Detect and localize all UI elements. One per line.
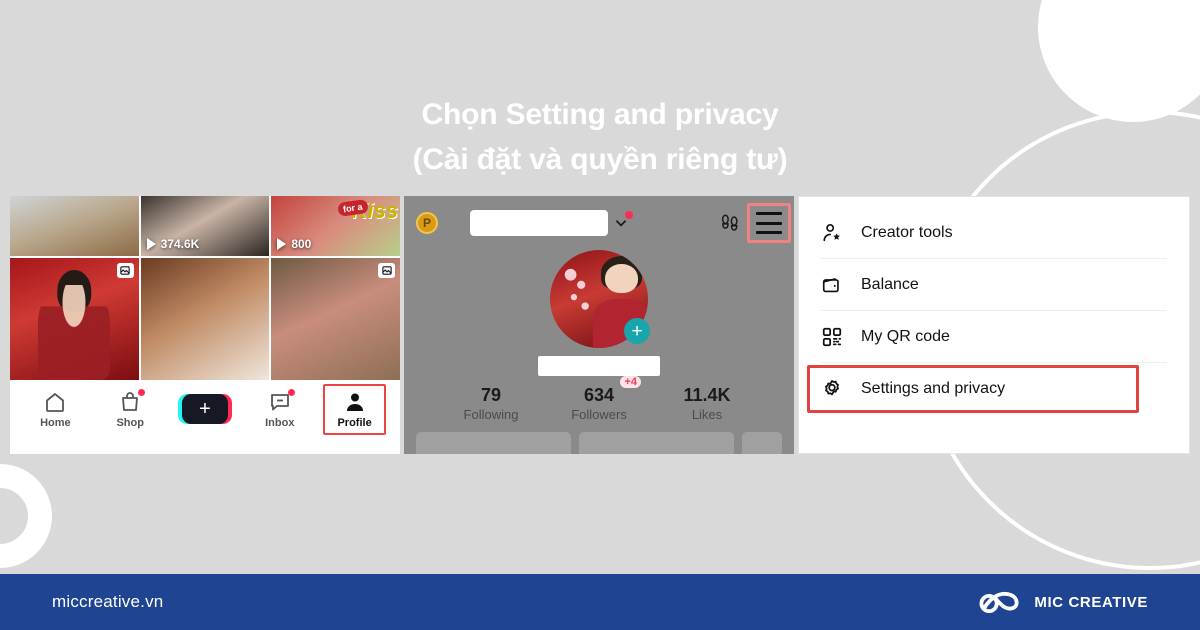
- stat-label: Followers: [571, 407, 627, 422]
- stat-label: Likes: [691, 407, 723, 422]
- nav-item-home[interactable]: Home: [18, 390, 93, 429]
- menu-list: Creator tools Balance My QR code Setting…: [799, 197, 1189, 415]
- mid-phone-screenshot: P + 79 Following 634 Followers +4 11.4K …: [404, 196, 794, 454]
- nav-item-shop[interactable]: Shop: [93, 388, 168, 429]
- screenshot-panels: 374.6K Kiss for a 800 Home Shop + Inbox …: [10, 196, 1190, 454]
- stat-value: 79: [480, 385, 502, 405]
- edit-profile-button[interactable]: [416, 432, 571, 454]
- nav-item-profile[interactable]: Profile: [317, 383, 392, 435]
- menu-item-balance[interactable]: Balance: [821, 259, 1167, 311]
- video-grid: 374.6K Kiss for a 800: [10, 196, 400, 380]
- stat-following[interactable]: 79 Following: [463, 384, 519, 424]
- headline-line-1: Chọn Setting and privacy: [421, 98, 779, 131]
- chevron-down-icon[interactable]: [614, 211, 633, 230]
- nav-label: Shop: [116, 416, 144, 429]
- nav-label: Home: [40, 416, 71, 429]
- handle-redacted: [538, 356, 660, 376]
- inbox-message-icon: [268, 388, 295, 414]
- profile-action-buttons: [416, 432, 782, 454]
- brand-lockup: MIC CREATIVE: [976, 589, 1148, 615]
- person-star-icon: [821, 222, 843, 244]
- menu-item-creator-tools[interactable]: Creator tools: [821, 207, 1167, 259]
- video-thumb[interactable]: [140, 258, 270, 380]
- stat-value: 634: [583, 385, 615, 405]
- play-icon: [146, 238, 156, 250]
- profile-header: P: [404, 203, 794, 243]
- gear-icon: [821, 378, 843, 400]
- footprints-icon[interactable]: [718, 212, 742, 234]
- menu-item-label: My QR code: [861, 327, 950, 345]
- create-plus-icon: +: [177, 394, 232, 424]
- left-phone-screenshot: 374.6K Kiss for a 800 Home Shop + Inbox …: [10, 196, 400, 454]
- notification-dot: [138, 388, 146, 396]
- add-friend-plus-button[interactable]: +: [624, 318, 650, 344]
- stat-label: Following: [463, 407, 519, 422]
- stat-followers[interactable]: 634 Followers +4: [571, 376, 641, 424]
- avatar-wrapper[interactable]: +: [550, 250, 650, 348]
- menu-item-my-qr-code[interactable]: My QR code: [821, 311, 1167, 363]
- page-title: Chọn Setting and privacy (Cài đặt và quy…: [0, 92, 1200, 182]
- shop-bag-icon: [118, 388, 146, 414]
- headline-line-2: (Cài đặt và quyền riêng tư): [412, 143, 788, 176]
- video-thumb[interactable]: [10, 258, 139, 380]
- nav-item-create[interactable]: +: [168, 394, 243, 424]
- followers-delta-badge: +4: [620, 376, 641, 388]
- add-friends-button[interactable]: [742, 432, 782, 454]
- hamburger-menu-icon[interactable]: [747, 203, 791, 243]
- nav-item-inbox[interactable]: Inbox: [242, 388, 317, 429]
- avatar-face: [604, 263, 639, 294]
- wallet-icon: [821, 274, 843, 296]
- brand-name: MIC CREATIVE: [1034, 593, 1148, 611]
- photo-stack-icon: [378, 263, 395, 278]
- profile-stats: 79 Following 634 Followers +4 11.4K Like…: [404, 376, 794, 424]
- profile-person-icon: [343, 390, 367, 414]
- video-thumb[interactable]: [10, 196, 139, 256]
- stat-value: 11.4K: [683, 385, 731, 405]
- menu-item-label: Creator tools: [861, 223, 953, 241]
- settings-menu-panel: Creator tools Balance My QR code Setting…: [798, 196, 1190, 454]
- view-count: 800: [291, 237, 312, 251]
- decor-ring-bottom-left: [0, 464, 52, 568]
- play-icon: [277, 238, 287, 250]
- view-count-badge: 374.6K: [146, 237, 200, 251]
- video-thumb[interactable]: Kiss for a 800: [271, 196, 400, 256]
- bottom-navigation-bar: Home Shop + Inbox Profile: [10, 380, 400, 438]
- share-profile-button[interactable]: [579, 432, 734, 454]
- nav-label: Profile: [337, 416, 372, 429]
- notification-dot: [287, 388, 295, 396]
- coin-icon[interactable]: P: [416, 212, 438, 234]
- video-thumb[interactable]: [271, 258, 400, 380]
- username-redacted: [470, 210, 608, 236]
- avatar-decor: [563, 267, 598, 325]
- menu-item-settings-and-privacy[interactable]: Settings and privacy: [807, 363, 1167, 415]
- home-icon: [43, 390, 67, 414]
- nav-label: Inbox: [265, 416, 295, 429]
- footer-bar: miccreative.vn MIC CREATIVE: [0, 574, 1200, 630]
- photo-stack-icon: [116, 263, 134, 278]
- view-count-badge: 800: [277, 237, 311, 251]
- footer-website-url[interactable]: miccreative.vn: [52, 592, 163, 612]
- stat-likes[interactable]: 11.4K Likes: [679, 384, 735, 424]
- video-thumb[interactable]: 374.6K: [140, 196, 270, 256]
- menu-item-label: Balance: [861, 275, 919, 293]
- notification-dot: [625, 211, 633, 219]
- thumb-subject-body: [38, 284, 111, 380]
- mic-creative-logo-icon: [976, 589, 1022, 615]
- qr-code-icon: [821, 326, 843, 348]
- menu-item-label: Settings and privacy: [861, 380, 1006, 397]
- view-count: 374.6K: [160, 237, 200, 251]
